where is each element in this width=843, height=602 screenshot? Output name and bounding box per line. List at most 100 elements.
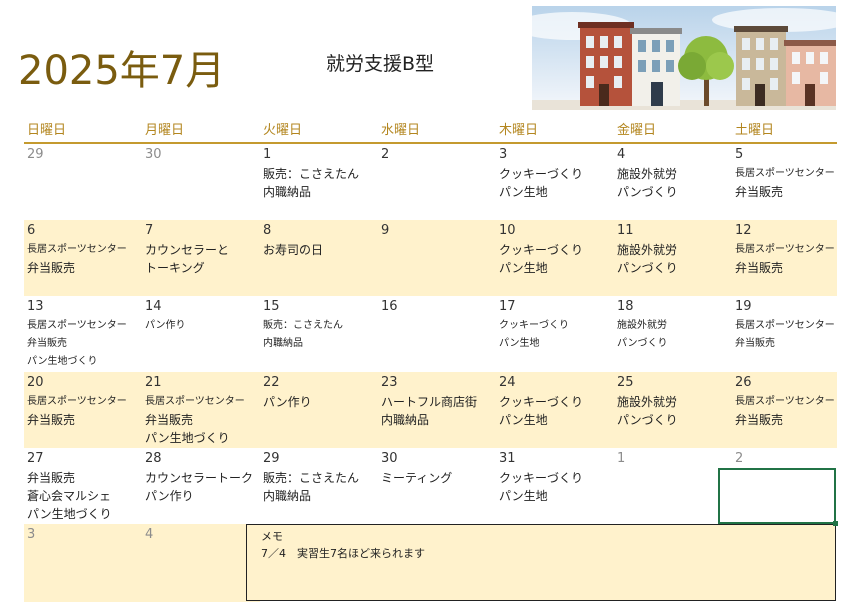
day-cell[interactable]: 6 長居スポーツセンター 弁当販売 (24, 220, 142, 296)
event-text: パン作り (145, 320, 186, 331)
day-number: 30 (381, 451, 398, 466)
day-cell[interactable]: 22 パン作り (260, 372, 378, 448)
day-cell[interactable]: 15 販売：こさえたん 内職納品 (260, 296, 378, 372)
event-text: 販売：こさえたん (263, 471, 360, 485)
day-number: 3 (499, 147, 508, 162)
weekday-saturday: 土曜日 (735, 123, 775, 138)
day-cell[interactable]: 23 ハートフル商店街 内職納品 (378, 372, 496, 448)
event-text: 長居スポーツセンター (735, 320, 835, 331)
day-cell[interactable]: 21 長居スポーツセンター 弁当販売 パン生地づくり (142, 372, 260, 448)
day-cell[interactable]: 29 販売：こさえたん 内職納品 (260, 448, 378, 524)
day-number: 1 (263, 147, 272, 162)
day-number: 19 (735, 299, 752, 314)
event-text: 弁当販売 (27, 338, 67, 349)
day-cell[interactable]: 20 長居スポーツセンター 弁当販売 (24, 372, 142, 448)
event-text: お寿司の日 (263, 243, 324, 257)
event-text: 長居スポーツセンター (145, 396, 245, 407)
selected-cell[interactable] (718, 468, 838, 526)
event-text: 蒼心会マルシェ (27, 489, 112, 503)
day-cell[interactable]: 18 施設外就労パンづくり (614, 296, 732, 372)
event-text: 内職納品 (263, 489, 312, 503)
event-text: 長居スポーツセンター (27, 244, 127, 255)
day-cell[interactable]: 7 カウンセラーと トーキング (142, 220, 260, 296)
event-text: 販売：こさえたん (263, 167, 360, 181)
day-number: 27 (27, 451, 44, 466)
day-cell[interactable]: 4 (142, 524, 260, 602)
day-cell[interactable]: 13 長居スポーツセンター 弁当販売 パン生地づくり (24, 296, 142, 372)
weekday-friday: 金曜日 (617, 123, 657, 138)
event-text: 弁当販売 (735, 261, 784, 275)
day-number: 31 (499, 451, 516, 466)
day-cell[interactable]: 1 販売：こさえたん 内職納品 (260, 144, 378, 220)
event-text: 長居スポーツセンター (27, 396, 127, 407)
event-text: パンづくり (617, 413, 678, 427)
day-number: 1 (617, 451, 626, 466)
day-cell[interactable]: 25 施設外就労パンづくり (614, 372, 732, 448)
day-cell[interactable]: 5 長居スポーツセンター 弁当販売 (732, 144, 837, 220)
day-cell[interactable]: 28 カウンセラートーク パン作り (142, 448, 260, 524)
week-row: 29 30 1 販売：こさえたん 内職納品 2 3 クッキーづくり パン生地 4 施設外就労 パンづく… (24, 144, 837, 220)
day-cell[interactable]: 3 クッキーづくり パン生地 (496, 144, 614, 220)
month-title: 2025年7月 (18, 48, 226, 94)
day-cell[interactable]: 14 パン作り (142, 296, 260, 372)
event-text: クッキーづくり (499, 243, 584, 257)
memo-box[interactable]: メモ 7／4 実習生7名ほど来られます (246, 524, 836, 601)
day-number: 4 (617, 147, 626, 162)
event-text: 内職納品 (381, 413, 430, 427)
event-text: 内職納品 (263, 185, 312, 199)
day-cell[interactable]: 24 クッキーづくり パン生地 (496, 372, 614, 448)
event-text: パン生地 (499, 261, 548, 275)
day-cell[interactable]: 16 (378, 296, 496, 372)
event-text: パン生地 (499, 413, 548, 427)
day-cell[interactable]: 1 (614, 448, 732, 524)
day-number: 21 (145, 375, 162, 390)
day-number: 25 (617, 375, 634, 390)
event-text: 弁当販売 (735, 185, 784, 199)
day-cell[interactable]: 30 (142, 144, 260, 220)
event-text: カウンセラーと (145, 243, 230, 257)
day-cell[interactable]: 30 ミーティング (378, 448, 496, 524)
day-number: 7 (145, 223, 154, 238)
day-number: 4 (145, 527, 154, 542)
day-number: 3 (27, 527, 36, 542)
weekday-thursday: 木曜日 (499, 123, 539, 138)
day-cell[interactable]: 11 施設外就労 パンづくり (614, 220, 732, 296)
event-text: パン生地づくり (145, 431, 230, 445)
day-number: 15 (263, 299, 280, 314)
event-text: パンづくり (617, 338, 668, 349)
day-cell[interactable]: 17 クッキーづくり パン生地 (496, 296, 614, 372)
day-cell[interactable]: 10 クッキーづくり パン生地 (496, 220, 614, 296)
event-text: パン生地 (499, 338, 540, 349)
day-cell[interactable]: 26 長居スポーツセンター 弁当販売 (732, 372, 837, 448)
event-text: 施設外就労 (617, 320, 667, 331)
day-cell[interactable]: 8 お寿司の日 (260, 220, 378, 296)
day-cell[interactable]: 3 (24, 524, 142, 602)
day-number: 12 (735, 223, 752, 238)
day-number: 9 (381, 223, 390, 238)
day-cell[interactable]: 9 (378, 220, 496, 296)
event-text: 販売：こさえたん (263, 320, 343, 331)
week-row: 6 長居スポーツセンター 弁当販売 7 カウンセラーと トーキング 8 お寿司の日 9 10 クッキ… (24, 220, 837, 296)
day-cell[interactable]: 19 長居スポーツセンター 弁当販売 (732, 296, 837, 372)
event-text: 施設外就労 (617, 167, 678, 181)
event-text: 施設外就労 (617, 395, 678, 409)
weekday-header-row: 日曜日 月曜日 火曜日 水曜日 木曜日 金曜日 土曜日 (24, 120, 837, 144)
day-cell[interactable]: 2 (378, 144, 496, 220)
day-cell[interactable]: 29 (24, 144, 142, 220)
day-number: 24 (499, 375, 516, 390)
day-number: 29 (27, 147, 44, 162)
day-cell[interactable]: 12 長居スポーツセンター 弁当販売 (732, 220, 837, 296)
event-text: クッキーづくり (499, 320, 569, 331)
weekday-tuesday: 火曜日 (263, 123, 303, 138)
day-cell[interactable]: 27 弁当販売 蒼心会マルシェ パン生地づくり (24, 448, 142, 524)
day-number: 18 (617, 299, 634, 314)
day-number: 28 (145, 451, 162, 466)
event-text: パン作り (263, 395, 312, 409)
day-number: 5 (735, 147, 744, 162)
townhouse-illustration (532, 6, 836, 110)
day-cell[interactable]: 4 施設外就労 パンづくり (614, 144, 732, 220)
day-cell[interactable]: 31 クッキーづくり パン生地 (496, 448, 614, 524)
event-text: クッキーづくり (499, 471, 584, 485)
event-text: パン生地づくり (27, 507, 112, 521)
day-number: 6 (27, 223, 36, 238)
